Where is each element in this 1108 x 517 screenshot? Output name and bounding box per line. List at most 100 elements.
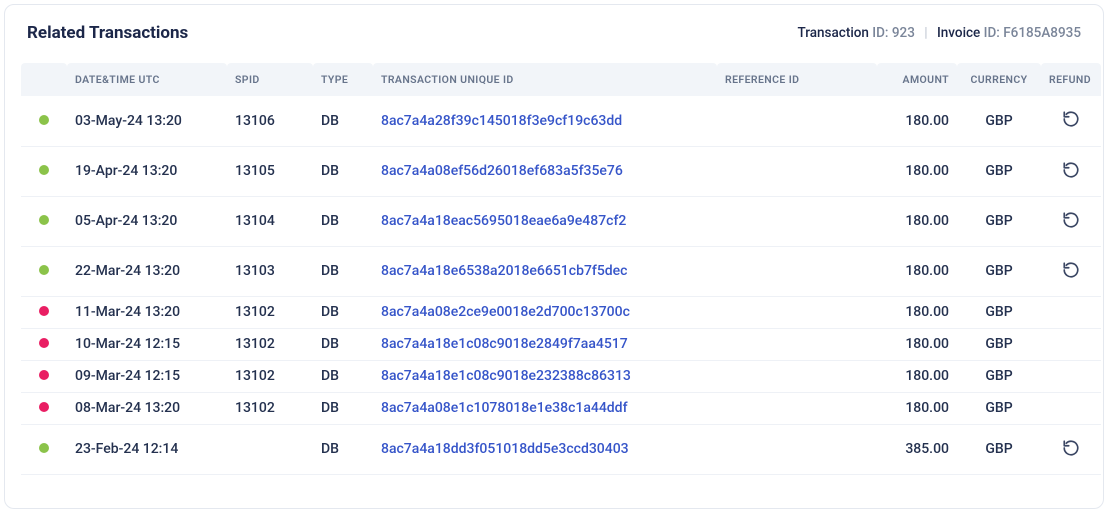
cell-spid: 13106 (227, 96, 313, 146)
cell-spid: 13104 (227, 196, 313, 246)
cell-uid: 8ac7a4a18e1c08c9018e2849f7aa4517 (373, 328, 717, 360)
cell-amount: 180.00 (877, 360, 957, 392)
cell-refund (1041, 360, 1101, 392)
cell-uid: 8ac7a4a08e2ce9e0018e2d700c13700c (373, 296, 717, 328)
cell-date: 08-Mar-24 13:20 (67, 392, 227, 424)
col-currency: CURRENCY (957, 63, 1041, 96)
transaction-uid-link[interactable]: 8ac7a4a18eac5695018eae6a9e487cf2 (381, 213, 626, 229)
cell-currency: GBP (957, 246, 1041, 296)
cell-status (21, 360, 67, 392)
cell-ref (717, 296, 877, 328)
status-dot-icon (39, 402, 49, 412)
related-transactions-card: Related Transactions Transaction ID: 923… (4, 4, 1104, 509)
cell-currency: GBP (957, 360, 1041, 392)
cell-ref (717, 146, 877, 196)
cell-refund (1041, 424, 1101, 474)
transaction-uid-link[interactable]: 8ac7a4a18e1c08c9018e232388c86313 (381, 368, 631, 384)
col-spid: SPID (227, 63, 313, 96)
col-date: DATE&TIME UTC (67, 63, 227, 96)
col-refund: REFUND (1041, 63, 1101, 96)
transaction-uid-link[interactable]: 8ac7a4a08e1c1078018e1e38c1a44ddf (381, 400, 628, 416)
cell-amount: 180.00 (877, 392, 957, 424)
refresh-icon (1062, 211, 1080, 232)
cell-ref (717, 96, 877, 146)
cell-status (21, 146, 67, 196)
meta-separator: | (924, 25, 927, 41)
cell-ref (717, 196, 877, 246)
cell-amount: 180.00 (877, 146, 957, 196)
invoice-id: F6185A8935 (1003, 25, 1081, 41)
cell-spid: 13102 (227, 360, 313, 392)
cell-date: 10-Mar-24 12:15 (67, 328, 227, 360)
cell-date: 22-Mar-24 13:20 (67, 246, 227, 296)
invoice-label: Invoice (937, 25, 980, 41)
cell-amount: 180.00 (877, 96, 957, 146)
transaction-uid-link[interactable]: 8ac7a4a18e6538a2018e6651cb7f5dec (381, 263, 628, 279)
cell-refund (1041, 246, 1101, 296)
cell-spid: 13105 (227, 146, 313, 196)
status-dot-icon (39, 370, 49, 380)
status-dot-icon (39, 306, 49, 316)
cell-spid (227, 424, 313, 474)
table-row: 05-Apr-24 13:2013104DB 8ac7a4a18eac569501… (21, 196, 1101, 246)
table-row: 22-Mar-24 13:2013103DB8ac7a4a18e6538a201… (21, 246, 1101, 296)
refund-button[interactable] (1059, 209, 1083, 233)
card-title: Related Transactions (27, 23, 188, 43)
cell-status (21, 424, 67, 474)
cell-type: DB (313, 424, 373, 474)
refund-button[interactable] (1059, 109, 1083, 133)
table-row: 23-Feb-24 12:14 DB 8ac7a4a18dd3f051018dd5e… (21, 424, 1101, 474)
refresh-icon (1062, 110, 1080, 131)
transaction-uid-link[interactable]: 8ac7a4a28f39c145018f3e9cf19c63dd (381, 113, 622, 129)
cell-uid: 8ac7a4a08ef56d26018ef683a5f35e76 (373, 146, 717, 196)
cell-refund (1041, 296, 1101, 328)
cell-spid: 13102 (227, 328, 313, 360)
transaction-uid-link[interactable]: 8ac7a4a08ef56d26018ef683a5f35e76 (381, 163, 623, 179)
status-dot-icon (39, 215, 49, 225)
cell-date: 19-Apr-24 13:20 (67, 146, 227, 196)
cell-date: 03-May-24 13:20 (67, 96, 227, 146)
cell-date: 23-Feb-24 12:14 (67, 424, 227, 474)
cell-uid: 8ac7a4a18e6538a2018e6651cb7f5dec (373, 246, 717, 296)
transaction-label: Transaction (797, 25, 868, 41)
cell-currency: GBP (957, 96, 1041, 146)
id-label-2: ID: (984, 25, 1000, 41)
id-label: ID: (872, 25, 888, 41)
transactions-table: DATE&TIME UTC SPID TYPE TRANSACTION UNIQ… (21, 63, 1101, 475)
transaction-uid-link[interactable]: 8ac7a4a08e2ce9e0018e2d700c13700c (381, 304, 630, 320)
cell-status (21, 96, 67, 146)
status-dot-icon (39, 265, 49, 275)
cell-refund (1041, 328, 1101, 360)
table-header-row: DATE&TIME UTC SPID TYPE TRANSACTION UNIQ… (21, 63, 1101, 96)
refresh-icon (1062, 439, 1080, 460)
cell-currency: GBP (957, 328, 1041, 360)
cell-currency: GBP (957, 296, 1041, 328)
table-wrap: DATE&TIME UTC SPID TYPE TRANSACTION UNIQ… (5, 57, 1103, 487)
refund-button[interactable] (1059, 259, 1083, 283)
refund-button[interactable] (1059, 159, 1083, 183)
col-amount: AMOUNT (877, 63, 957, 96)
transaction-uid-link[interactable]: 8ac7a4a18e1c08c9018e2849f7aa4517 (381, 336, 628, 352)
refund-button[interactable] (1059, 437, 1083, 461)
cell-date: 11-Mar-24 13:20 (67, 296, 227, 328)
cell-type: DB (313, 296, 373, 328)
cell-refund (1041, 196, 1101, 246)
cell-ref (717, 360, 877, 392)
cell-status (21, 196, 67, 246)
cell-type: DB (313, 96, 373, 146)
table-row: 09-Mar-24 12:1513102DB8ac7a4a18e1c08c901… (21, 360, 1101, 392)
cell-amount: 180.00 (877, 328, 957, 360)
cell-date: 05-Apr-24 13:20 (67, 196, 227, 246)
cell-status (21, 246, 67, 296)
transaction-uid-link[interactable]: 8ac7a4a18dd3f051018dd5e3ccd30403 (381, 441, 629, 457)
cell-currency: GBP (957, 196, 1041, 246)
refresh-icon (1062, 261, 1080, 282)
cell-status (21, 392, 67, 424)
cell-currency: GBP (957, 424, 1041, 474)
cell-type: DB (313, 360, 373, 392)
refresh-icon (1062, 161, 1080, 182)
cell-ref (717, 424, 877, 474)
cell-type: DB (313, 196, 373, 246)
cell-uid: 8ac7a4a18dd3f051018dd5e3ccd30403 (373, 424, 717, 474)
table-row: 19-Apr-24 13:2013105DB8ac7a4a08ef56d2601… (21, 146, 1101, 196)
